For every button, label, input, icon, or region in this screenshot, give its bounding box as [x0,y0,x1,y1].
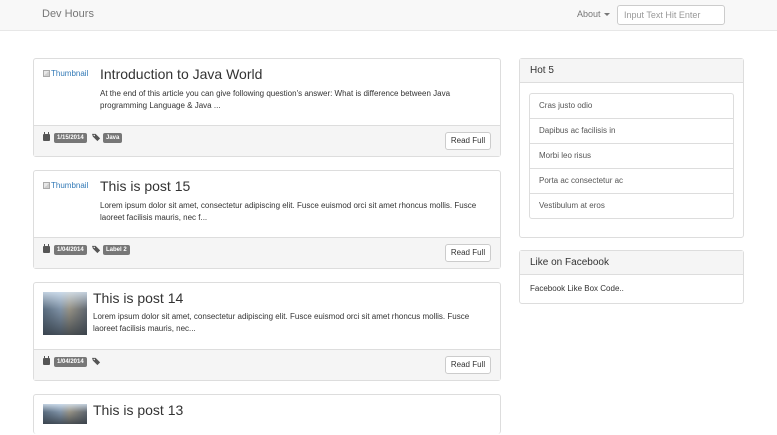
post-title[interactable]: This is post 13 [93,402,183,418]
tag-badge[interactable]: Label 2 [103,245,130,255]
post-thumbnail[interactable]: Thumbnail [43,69,88,78]
post-title[interactable]: This is post 14 [93,290,183,306]
panel-heading: Hot 5 [520,59,743,83]
post-thumbnail[interactable] [43,404,87,424]
tags-icon [92,133,101,142]
post-summary: At the end of this article you can give … [100,89,451,110]
post-body: Thumbnail This is post 15 Lorem ipsum do… [34,171,500,239]
hot-list: Cras justo odio Dapibus ac facilisis in … [529,93,734,219]
read-full-button[interactable]: Read Full [445,244,491,262]
post-body: This is post 13 [34,395,500,435]
post-thumbnail[interactable] [43,292,87,335]
post-card: This is post 13 [33,394,501,434]
broken-image-icon [43,70,50,77]
calendar-icon [43,356,50,365]
date-badge: 1/15/2014 [54,133,87,143]
thumbnail-alt-text: Thumbnail [51,181,89,190]
post-footer: 1/04/2014 Label 2 Read Full [34,237,500,268]
post-body: This is post 14 Lorem ipsum dolor sit am… [34,283,500,351]
caret-down-icon [603,13,610,17]
list-item[interactable]: Cras justo odio [530,94,733,119]
about-dropdown[interactable]: About [577,9,610,19]
navbar: Dev Hours About [0,0,777,31]
list-item[interactable]: Morbi leo risus [530,144,733,169]
facebook-like-box: Facebook Like Box Code.. [530,284,624,293]
post-title[interactable]: Introduction to Java World [100,66,262,82]
list-item[interactable]: Vestibulum at eros [530,194,733,218]
calendar-icon [43,244,50,253]
post-summary: Lorem ipsum dolor sit amet, consectetur … [93,312,470,333]
post-card: This is post 14 Lorem ipsum dolor sit am… [33,282,501,381]
post-title[interactable]: This is post 15 [100,178,190,194]
about-label: About [577,9,601,19]
facebook-panel: Like on Facebook Facebook Like Box Code.… [519,250,744,304]
tags-icon [92,357,101,366]
post-thumbnail[interactable]: Thumbnail [43,181,88,190]
tag-badge[interactable]: Java [103,133,123,143]
read-full-button[interactable]: Read Full [445,356,491,374]
post-body: Thumbnail Introduction to Java World At … [34,59,500,127]
date-badge: 1/04/2014 [54,245,87,255]
panel-heading: Like on Facebook [520,251,743,275]
post-footer: 1/04/2014 Read Full [34,349,500,380]
list-item[interactable]: Dapibus ac facilisis in [530,119,733,144]
brand-link[interactable]: Dev Hours [42,8,94,20]
search-input[interactable] [617,5,725,25]
post-card: Thumbnail This is post 15 Lorem ipsum do… [33,170,501,269]
calendar-icon [43,132,50,141]
hot-panel: Hot 5 Cras justo odio Dapibus ac facilis… [519,58,744,238]
tags-icon [92,245,101,254]
post-card: Thumbnail Introduction to Java World At … [33,58,501,157]
list-item[interactable]: Porta ac consectetur ac [530,169,733,194]
post-summary: Lorem ipsum dolor sit amet, consectetur … [100,201,477,222]
date-badge: 1/04/2014 [54,357,87,367]
post-footer: 1/15/2014 Java Read Full [34,125,500,156]
broken-image-icon [43,182,50,189]
thumbnail-alt-text: Thumbnail [51,69,89,78]
read-full-button[interactable]: Read Full [445,132,491,150]
